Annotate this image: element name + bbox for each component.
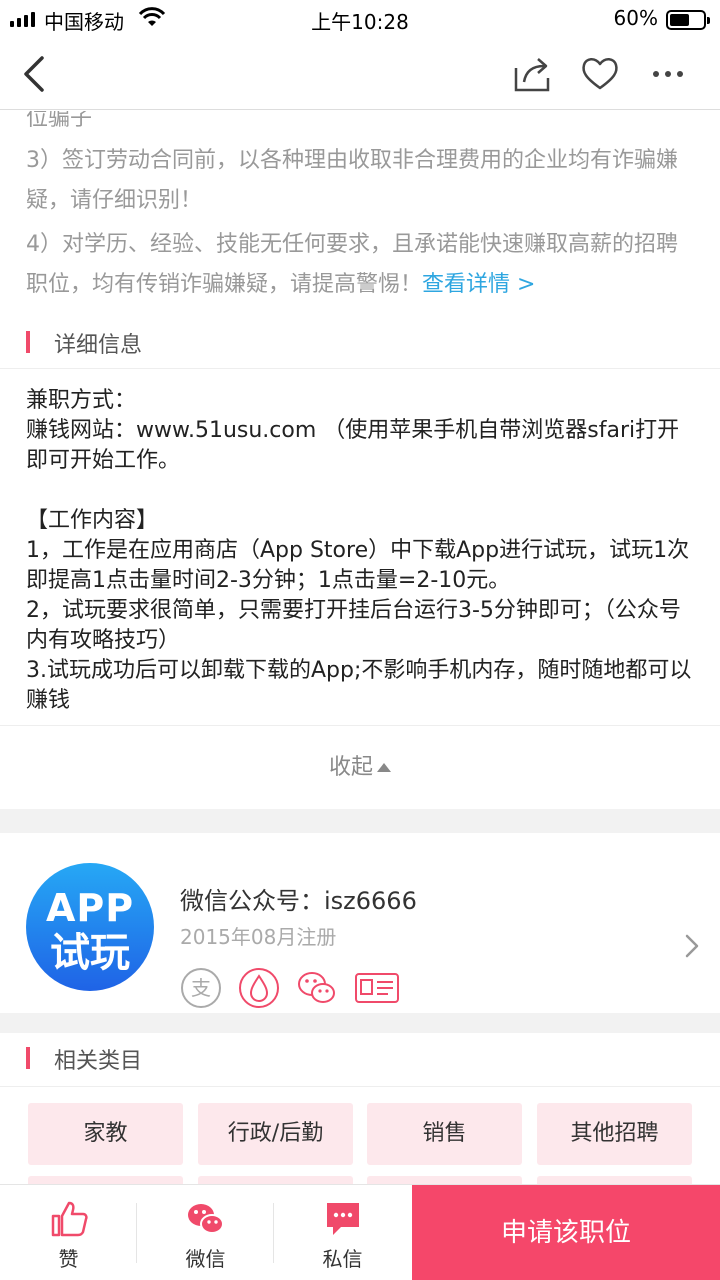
detail-line xyxy=(26,476,696,506)
battery-percent: 60% xyxy=(613,6,658,30)
detail-section-title: 详细信息 xyxy=(54,333,143,358)
like-button[interactable]: 赞 xyxy=(0,1185,137,1280)
alipay-icon: 支 xyxy=(180,967,222,1009)
detail-section-header: 详细信息 xyxy=(0,317,720,369)
section-accent-bar xyxy=(26,331,30,353)
category-tag[interactable]: 其他招聘 xyxy=(537,1103,692,1165)
message-label: 私信 xyxy=(322,1247,363,1271)
bottom-action-bar: 赞 微信 私信 申请该职位 xyxy=(0,1184,720,1280)
verification-badges: 支 xyxy=(180,967,399,1009)
section-gap xyxy=(0,809,720,833)
detail-line: 兼职方式： xyxy=(26,388,137,413)
wechat-label: 微信 xyxy=(185,1247,226,1271)
account-registered-date: 2015年08月注册 xyxy=(180,925,337,949)
warning-item-3: 3）签订劳动合同前，以各种理由收取非合理费用的企业均有诈骗嫌疑，请仔细识别！ xyxy=(26,148,678,213)
message-button[interactable]: 私信 xyxy=(274,1185,411,1280)
category-tag[interactable]: 家教 xyxy=(28,1103,183,1165)
category-tag-partial[interactable] xyxy=(198,1176,353,1184)
collapse-button[interactable]: 收起 xyxy=(0,725,720,809)
job-detail-content[interactable]: 位骗子 3）签订劳动合同前，以各种理由收取非合理费用的企业均有诈骗嫌疑，请仔细识… xyxy=(0,111,720,1184)
collapse-label: 收起 xyxy=(328,755,373,780)
svg-text:支: 支 xyxy=(191,976,211,1000)
warning-item-4: 4）对学历、经验、技能无任何要求，且承诺能快速赚取高薪的招聘职位，均有传销诈骗嫌… xyxy=(26,232,678,297)
warning-partial: 位骗子 xyxy=(26,111,93,129)
clock: 上午10:28 xyxy=(311,10,409,34)
battery-icon xyxy=(666,10,710,30)
detail-line: 赚钱网站：www.51usu.com （使用苹果手机自带浏览器sfari打开 即… xyxy=(26,418,687,473)
category-tag[interactable]: 行政/后勤 xyxy=(198,1103,353,1165)
account-logo: APP 试玩 xyxy=(26,863,154,991)
detail-line: 3.试玩成功后可以卸载下载的App;不影响手机内存，随时随地都可以赚钱 xyxy=(26,658,692,713)
wechat-icon xyxy=(296,967,338,1009)
detail-line: 1，工作是在应用商店（App Store）中下载App进行试玩，试玩1次即提高1… xyxy=(26,538,690,593)
related-section-header: 相关类目 xyxy=(0,1033,720,1087)
thumbs-up-icon xyxy=(51,1201,88,1237)
category-tag-partial[interactable] xyxy=(28,1176,183,1184)
status-bar: 中国移动 上午10:28 60% xyxy=(0,0,720,40)
wechat-icon xyxy=(187,1204,224,1234)
section-accent-bar xyxy=(26,1047,30,1069)
view-details-link[interactable]: 查看详情 > xyxy=(422,272,535,297)
nav-bar xyxy=(0,40,720,110)
account-card[interactable]: APP 试玩 微信公众号：isz6666 2015年08月注册 支 xyxy=(0,833,720,1013)
related-section-title: 相关类目 xyxy=(54,1049,143,1074)
chevron-right-icon xyxy=(685,934,699,958)
detail-line: 2，试玩要求很简单，只需要打开挂后台运行3-5分钟即可；（公众号内有攻略技巧） xyxy=(26,598,681,653)
more-icon[interactable] xyxy=(646,52,690,96)
account-name: 微信公众号：isz6666 xyxy=(180,887,417,915)
wechat-button[interactable]: 微信 xyxy=(137,1185,274,1280)
category-tag-partial[interactable] xyxy=(537,1176,692,1184)
detail-text: 兼职方式： 赚钱网站：www.51usu.com （使用苹果手机自带浏览器sfa… xyxy=(26,386,696,716)
chat-bubble-icon xyxy=(326,1203,359,1235)
caret-up-icon xyxy=(377,763,391,772)
category-tag-partial[interactable] xyxy=(367,1176,522,1184)
category-tag[interactable]: 销售 xyxy=(367,1103,522,1165)
like-label: 赞 xyxy=(58,1247,79,1271)
section-gap xyxy=(0,1013,720,1033)
apply-job-button[interactable]: 申请该职位 xyxy=(412,1185,720,1280)
drop-icon xyxy=(238,967,280,1009)
share-icon[interactable] xyxy=(510,52,554,96)
favorite-heart-icon[interactable] xyxy=(578,52,622,96)
detail-line: 【工作内容】 xyxy=(26,508,159,533)
battery-level xyxy=(670,14,689,26)
back-icon[interactable] xyxy=(16,52,56,96)
id-card-icon xyxy=(354,967,399,1009)
